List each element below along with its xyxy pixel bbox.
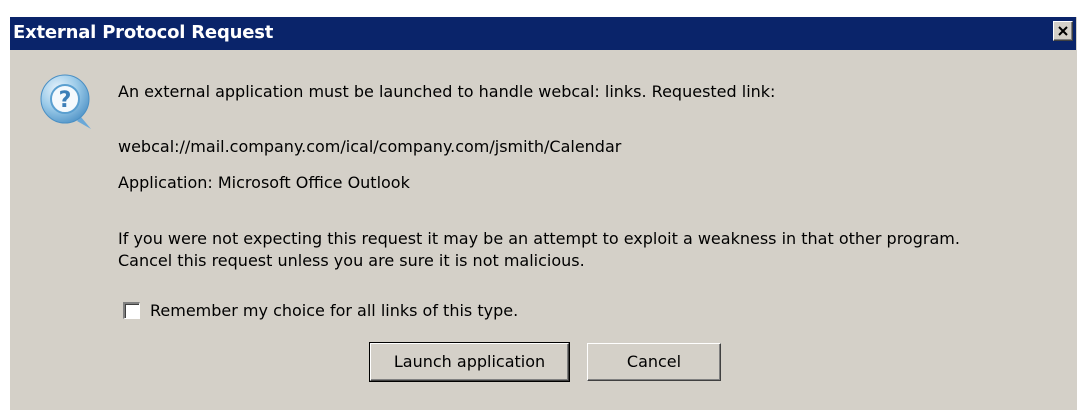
application-text: Application: Microsoft Office Outlook bbox=[118, 173, 410, 192]
requested-link-text: webcal://mail.company.com/ical/company.c… bbox=[118, 137, 622, 156]
warning-text: If you were not expecting this request i… bbox=[118, 229, 960, 270]
external-protocol-dialog: External Protocol Request ? An external … bbox=[9, 16, 1077, 410]
launch-application-button[interactable]: Launch application bbox=[369, 342, 570, 382]
message-text: An external application must be launched… bbox=[118, 82, 776, 101]
title-bar[interactable]: External Protocol Request bbox=[10, 17, 1076, 50]
close-button[interactable] bbox=[1053, 21, 1073, 41]
question-icon: ? bbox=[37, 71, 97, 131]
close-icon bbox=[1058, 26, 1068, 36]
cancel-button[interactable]: Cancel bbox=[587, 343, 721, 381]
svg-text:?: ? bbox=[59, 88, 72, 113]
remember-choice-label[interactable]: Remember my choice for all links of this… bbox=[150, 300, 518, 322]
remember-choice-checkbox[interactable] bbox=[123, 302, 140, 319]
dialog-title: External Protocol Request bbox=[13, 22, 274, 43]
